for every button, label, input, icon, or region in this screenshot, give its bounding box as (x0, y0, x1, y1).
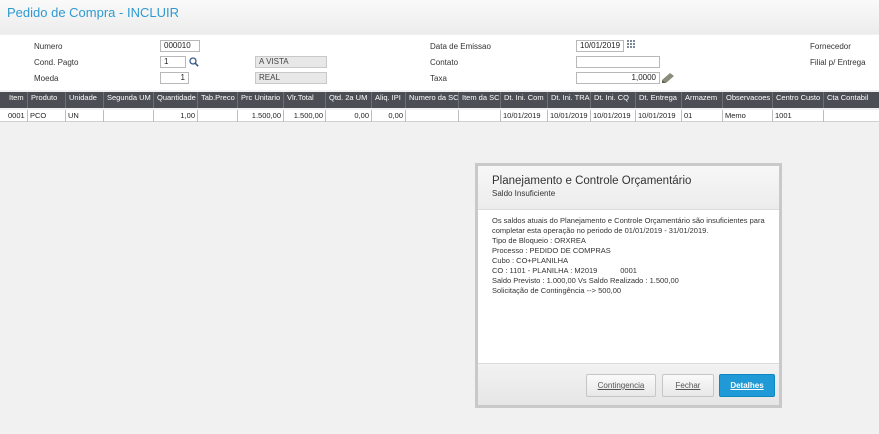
cond-pagto-field[interactable]: 1 (160, 56, 186, 68)
contingencia-button[interactable]: Contingencia (586, 374, 656, 397)
dialog-subtitle: Saldo Insuficiente (492, 189, 556, 198)
table-cell[interactable]: 1.500,00 (284, 110, 326, 122)
cond-pagto-description: A VISTA (255, 56, 327, 68)
table-cell[interactable]: 0001 (6, 110, 28, 122)
table-cell[interactable]: 01 (682, 110, 723, 122)
table-cell[interactable]: 0,00 (326, 110, 372, 122)
calendar-icon[interactable] (627, 40, 637, 50)
table-cell[interactable] (198, 110, 238, 122)
column-header[interactable]: Produto (28, 92, 66, 108)
taxa-label: Taxa (430, 74, 447, 83)
column-header[interactable]: Centro Custo (773, 92, 824, 108)
column-header[interactable]: Segunda UM (104, 92, 154, 108)
message-line: Tipo de Bloqueio : ORXREA (492, 236, 586, 245)
table-cell[interactable]: PCO (28, 110, 66, 122)
edit-icon[interactable] (662, 73, 674, 83)
message-line: completar esta operação no periodo de 01… (492, 226, 709, 235)
numero-label: Numero (34, 42, 63, 51)
message-line: Saldo Previsto : 1.000,00 Vs Saldo Reali… (492, 276, 679, 285)
fornecedor-label: Fornecedor (810, 42, 851, 51)
table-cell[interactable]: 1,00 (154, 110, 198, 122)
contato-label: Contato (430, 58, 459, 67)
column-header[interactable]: Qtd. 2a UM (326, 92, 372, 108)
table-cell[interactable]: Memo (723, 110, 773, 122)
message-line: Cubo : CO+PLANILHA (492, 256, 569, 265)
dialog-header: Planejamento e Controle Orçamentário Sal… (478, 166, 779, 210)
column-header[interactable]: Armazem (682, 92, 723, 108)
column-header[interactable]: Dt. Ini. Com (501, 92, 548, 108)
taxa-field[interactable]: 1,0000 (576, 72, 660, 84)
table-cell[interactable]: 1.500,00 (238, 110, 284, 122)
column-header[interactable]: Vlr.Total (284, 92, 326, 108)
moeda-label: Moeda (34, 74, 59, 83)
numero-field[interactable]: 000010 (160, 40, 200, 52)
table-row[interactable]: 0001 PCO UN 1,00 1.500,00 1.500,00 0,00 … (0, 110, 879, 122)
moeda-field[interactable]: 1 (160, 72, 189, 84)
column-header[interactable]: Dt. Ini. CQ (591, 92, 636, 108)
column-header[interactable]: Dt. Entrega (636, 92, 682, 108)
contato-field[interactable] (576, 56, 660, 68)
items-grid-header: Item Produto Unidade Segunda UM Quantida… (0, 92, 879, 108)
column-header[interactable]: Dt. Ini. TRA (548, 92, 591, 108)
column-header[interactable]: Tab.Preco (198, 92, 238, 108)
column-header[interactable]: Observacoes (723, 92, 773, 108)
table-cell[interactable]: 10/01/2019 (591, 110, 636, 122)
dialog-message: Os saldos atuais do Planejamento e Contr… (492, 216, 772, 296)
column-header[interactable]: Item da SC (459, 92, 501, 108)
data-emissao-label: Data de Emissao (430, 42, 491, 51)
detalhes-button[interactable]: Detalhes (719, 374, 775, 397)
column-header[interactable]: Numero da SC (406, 92, 459, 108)
column-header[interactable]: Cta Contabil (824, 92, 879, 108)
header-form: Numero 000010 Cond. Pagto 1 A VISTA Moed… (0, 35, 879, 90)
column-header[interactable]: Item (6, 92, 28, 108)
message-line: Processo : PEDIDO DE COMPRAS (492, 246, 611, 255)
column-header[interactable]: Aliq. IPI (372, 92, 406, 108)
message-line: Os saldos atuais do Planejamento e Contr… (492, 216, 765, 225)
table-cell[interactable]: 10/01/2019 (501, 110, 548, 122)
fechar-button[interactable]: Fechar (662, 374, 714, 397)
budget-dialog: Planejamento e Controle Orçamentário Sal… (475, 163, 782, 408)
table-cell[interactable] (406, 110, 459, 122)
moeda-description: REAL (255, 72, 327, 84)
window-titlebar: Pedido de Compra - INCLUIR (0, 0, 879, 34)
column-header[interactable]: Quantidade (154, 92, 198, 108)
dialog-footer: Contingencia Fechar Detalhes (478, 363, 779, 405)
dialog-title: Planejamento e Controle Orçamentário (492, 175, 692, 187)
table-cell[interactable]: 10/01/2019 (548, 110, 591, 122)
table-cell[interactable]: UN (66, 110, 104, 122)
table-cell[interactable]: 1001 (773, 110, 824, 122)
table-cell[interactable] (104, 110, 154, 122)
window-title: Pedido de Compra - INCLUIR (7, 5, 179, 20)
column-header[interactable]: Unidade (66, 92, 104, 108)
cond-pagto-label: Cond. Pagto (34, 58, 79, 67)
table-cell[interactable]: 10/01/2019 (636, 110, 682, 122)
data-emissao-field[interactable]: 10/01/2019 (576, 40, 624, 52)
table-cell[interactable] (824, 110, 879, 122)
message-line: CO : 1101 - PLANILHA : M2019 0001 (492, 266, 637, 275)
search-icon[interactable] (189, 57, 199, 67)
message-line: Solicitação de Contingência --> 500,00 (492, 286, 622, 295)
table-cell[interactable] (459, 110, 501, 122)
filial-entrega-label: Filial p/ Entrega (810, 58, 866, 67)
column-header[interactable]: Prc Unitario (238, 92, 284, 108)
table-cell[interactable]: 0,00 (372, 110, 406, 122)
